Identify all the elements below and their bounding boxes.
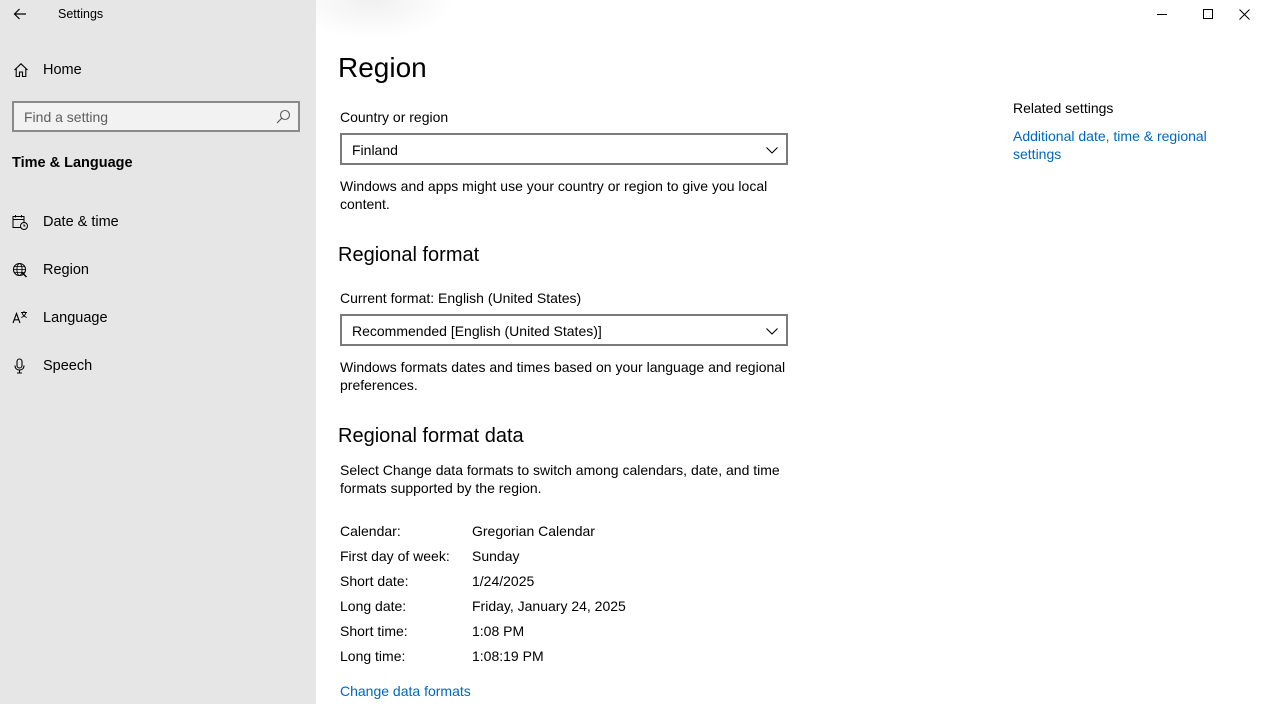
app-title: Settings: [58, 7, 104, 21]
sidebar-item-region[interactable]: Region: [0, 250, 316, 290]
back-arrow-icon: [13, 8, 26, 20]
chevron-down-icon: [766, 328, 778, 335]
sidebar-item-date-time[interactable]: Date & time: [0, 202, 316, 242]
back-button[interactable]: [0, 0, 40, 28]
format-row-value: Friday, January 24, 2025: [472, 598, 626, 614]
format-row-value: 1:08:19 PM: [472, 648, 544, 664]
country-selected-value: Finland: [352, 142, 398, 158]
page-title: Region: [338, 52, 427, 83]
sidebar-item-label: Date & time: [43, 214, 119, 230]
sidebar: Settings Home Time & Language Date & t: [0, 0, 316, 704]
country-dropdown[interactable]: Finland: [340, 133, 788, 165]
search-box[interactable]: [12, 101, 300, 132]
format-row-key: Long time:: [340, 648, 406, 664]
format-row-value: Sunday: [472, 548, 520, 564]
country-label: Country or region: [340, 109, 449, 125]
search-icon[interactable]: [276, 109, 291, 124]
format-data-description: Select Change data formats to switch amo…: [340, 462, 780, 496]
regional-format-heading: Regional format: [338, 244, 480, 266]
section-heading: Time & Language: [12, 155, 133, 171]
format-data-heading: Regional format data: [338, 425, 524, 447]
additional-regional-settings-link[interactable]: Additional date, time & regional setting…: [1013, 127, 1228, 163]
regional-format-dropdown[interactable]: Recommended [English (United States)]: [340, 314, 788, 346]
minimize-button[interactable]: [1139, 0, 1185, 28]
minimize-icon: [1157, 14, 1167, 15]
close-icon: [1238, 8, 1250, 20]
settings-window: Settings Home Time & Language Date & t: [0, 0, 1267, 704]
regional-format-description: Windows formats dates and times based on…: [340, 359, 786, 393]
format-row-key: First day of week:: [340, 548, 450, 564]
sidebar-item-label: Language: [43, 310, 108, 326]
format-row-value: 1/24/2025: [472, 573, 535, 589]
search-input[interactable]: [14, 103, 264, 130]
sidebar-item-label: Home: [43, 62, 82, 78]
regional-format-selected-value: Recommended [English (United States)]: [352, 323, 602, 339]
related-settings-heading: Related settings: [1013, 100, 1114, 116]
current-format-label: Current format: English (United States): [340, 290, 582, 306]
language-icon: [12, 311, 27, 324]
chevron-down-icon: [766, 147, 778, 154]
format-row-key: Long date:: [340, 598, 407, 614]
sidebar-item-label: Region: [43, 262, 89, 278]
sidebar-item-speech[interactable]: Speech: [0, 346, 316, 386]
format-row-value: Gregorian Calendar: [472, 523, 595, 539]
sidebar-item-home[interactable]: Home: [0, 54, 316, 86]
sidebar-item-language[interactable]: Language: [0, 298, 316, 338]
microphone-icon: [14, 358, 25, 374]
format-row-key: Calendar:: [340, 523, 401, 539]
globe-icon: [12, 262, 27, 278]
decorative-shadow: [316, 0, 456, 40]
home-icon: [14, 63, 28, 78]
format-row-key: Short date:: [340, 573, 409, 589]
sidebar-item-label: Speech: [43, 358, 93, 374]
format-row-key: Short time:: [340, 623, 408, 639]
country-description: Windows and apps might use your country …: [340, 178, 768, 212]
close-button[interactable]: [1221, 0, 1267, 28]
maximize-icon: [1203, 9, 1213, 19]
calendar-clock-icon: [12, 215, 28, 230]
change-data-formats-link[interactable]: Change data formats: [340, 683, 471, 699]
title-bar: Settings: [0, 0, 316, 28]
format-row-value: 1:08 PM: [472, 623, 525, 639]
